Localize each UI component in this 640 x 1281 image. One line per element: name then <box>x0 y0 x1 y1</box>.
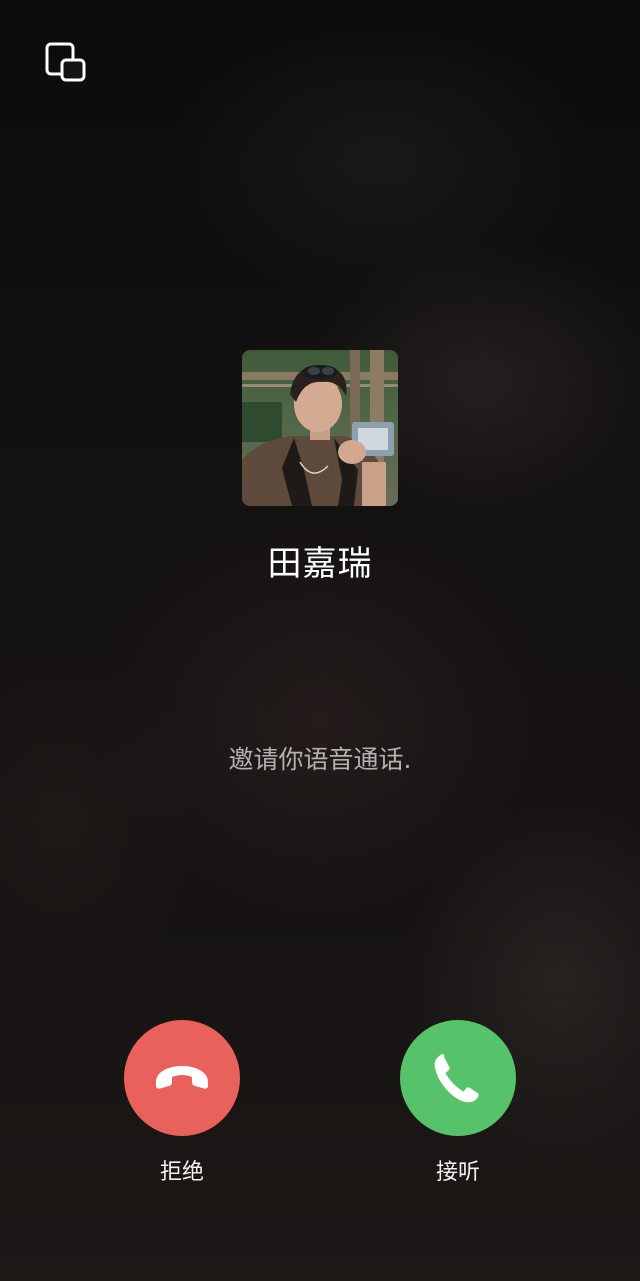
caller-avatar <box>242 350 398 506</box>
phone-icon <box>434 1054 479 1103</box>
decline-action: 拒绝 <box>124 1020 240 1186</box>
incoming-call-screen: 田嘉瑞 邀请你语音通话. 拒绝 接听 <box>0 0 640 1281</box>
minimize-call-button[interactable] <box>40 38 90 88</box>
phone-hangup-icon <box>156 1066 208 1089</box>
caller-name: 田嘉瑞 <box>267 544 373 584</box>
decline-label: 拒绝 <box>159 1160 204 1185</box>
accept-action: 接听 <box>400 1020 516 1186</box>
decline-button[interactable] <box>124 1020 240 1136</box>
floating-window-icon <box>45 42 86 82</box>
call-status-text: 邀请你语音通话. <box>228 745 412 774</box>
accept-button[interactable] <box>400 1020 516 1136</box>
accept-label: 接听 <box>435 1160 480 1185</box>
